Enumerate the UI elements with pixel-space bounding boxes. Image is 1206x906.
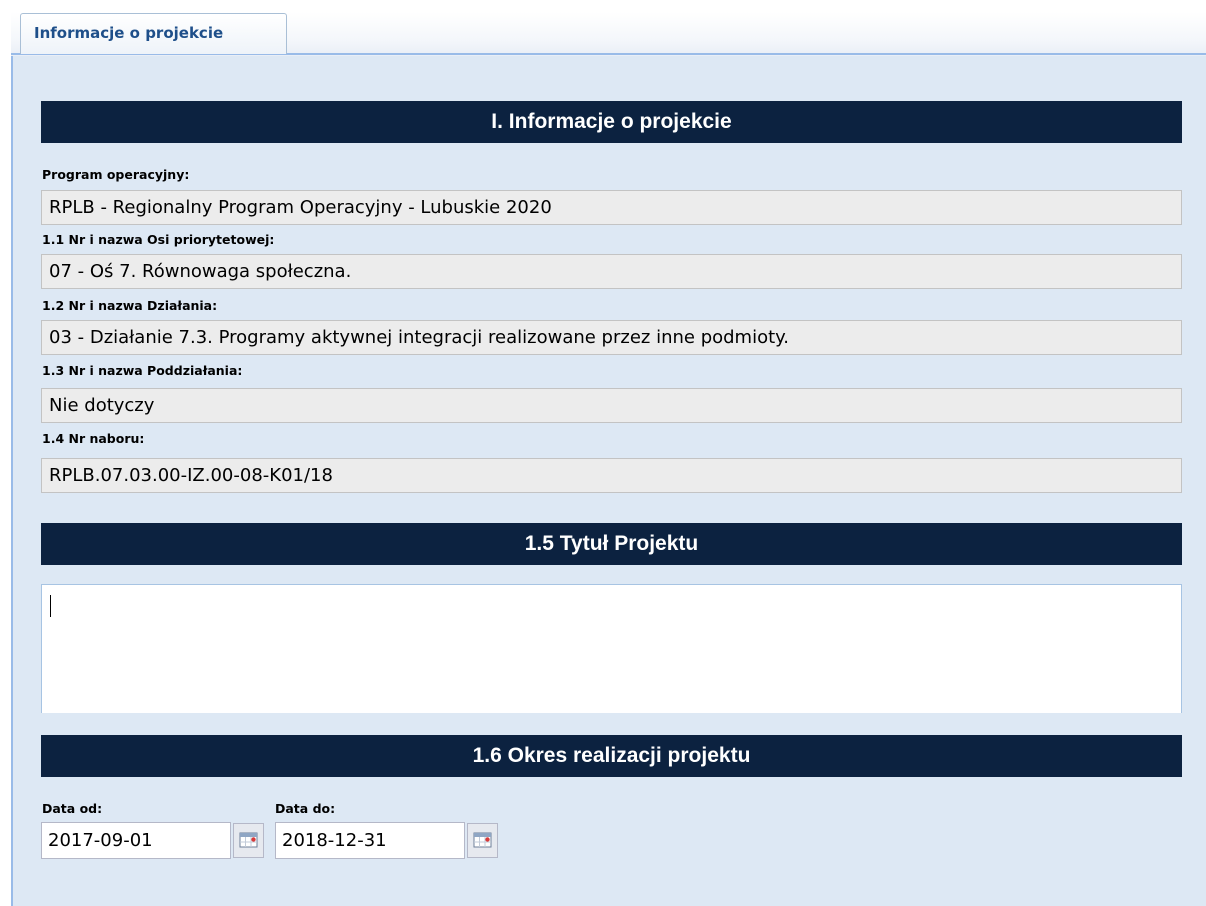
nr-naboru-field: RPLB.07.03.00-IZ.00-08-K01/18 [41, 458, 1182, 493]
section-header-informacje: I. Informacje o projekcie [41, 101, 1182, 143]
field-label-dzialanie: 1.2 Nr i nazwa Działania: [42, 298, 218, 313]
text-caret [50, 595, 51, 617]
os-priorytetowa-field: 07 - Oś 7. Równowaga społeczna. [41, 254, 1182, 289]
tab-label: Informacje o projekcie [34, 24, 224, 42]
field-label-nr-naboru: 1.4 Nr naboru: [42, 431, 145, 446]
date-from-input[interactable]: 2017-09-01 [41, 822, 231, 859]
date-from-label: Data od: [42, 801, 103, 816]
date-to-input[interactable]: 2018-12-31 [275, 822, 465, 859]
calendar-icon[interactable] [467, 823, 498, 858]
program-operacyjny-field: RPLB - Regionalny Program Operacyjny - L… [41, 190, 1182, 225]
tab-informacje-o-projekcie[interactable]: Informacje o projekcie [20, 13, 287, 54]
date-to-label: Data do: [275, 801, 336, 816]
field-label-os-priorytetowa: 1.1 Nr i nazwa Osi priorytetowej: [42, 232, 275, 247]
poddzialanie-field: Nie dotyczy [41, 388, 1182, 423]
tytul-projektu-textarea[interactable] [41, 584, 1182, 713]
field-label-program: Program operacyjny: [42, 167, 190, 182]
calendar-icon[interactable] [233, 823, 264, 858]
section-header-tytul-projektu: 1.5 Tytuł Projektu [41, 523, 1182, 565]
field-label-poddzialanie: 1.3 Nr i nazwa Poddziałania: [42, 363, 243, 378]
section-header-okres-realizacji: 1.6 Okres realizacji projektu [41, 735, 1182, 777]
dzialanie-field: 03 - Działanie 7.3. Programy aktywnej in… [41, 320, 1182, 355]
